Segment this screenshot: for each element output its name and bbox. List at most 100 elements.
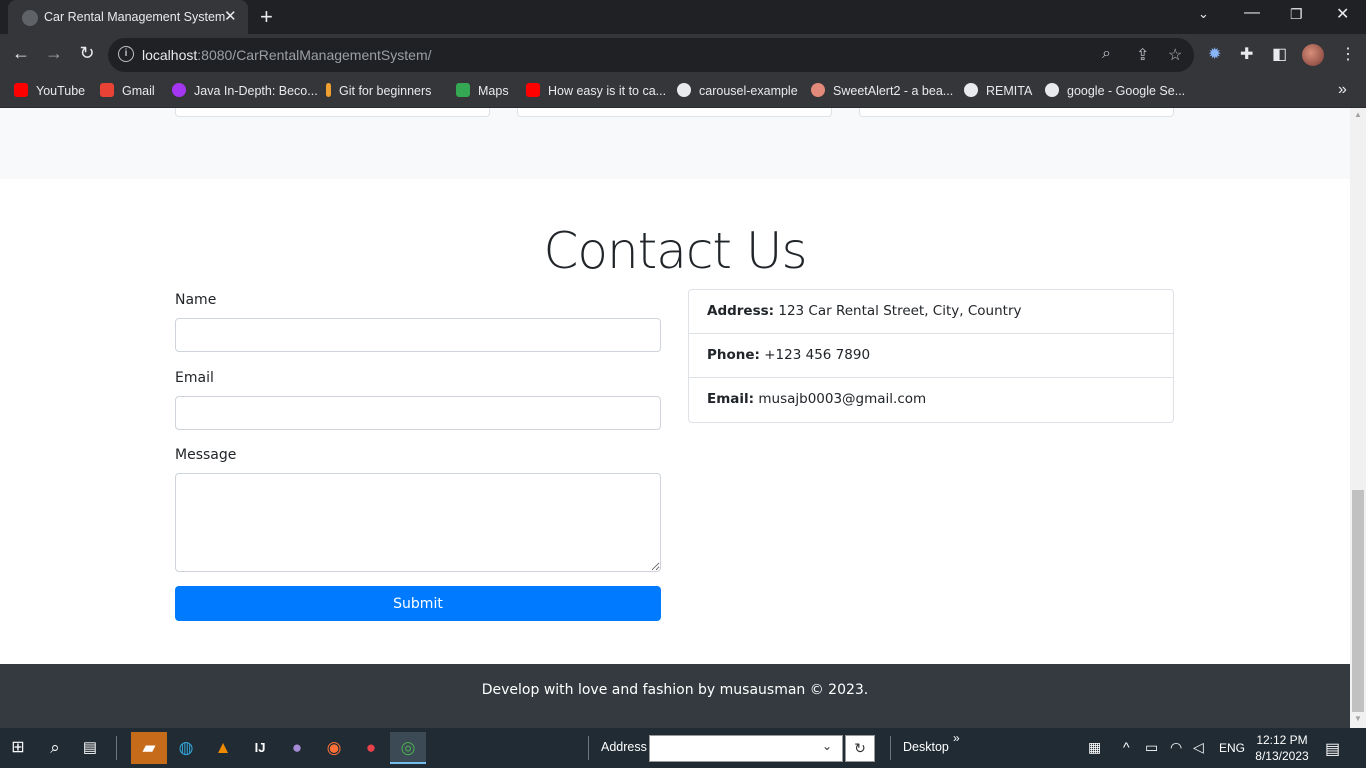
contact-email: Email: musajb0003@gmail.com	[707, 391, 927, 407]
bookmark-java[interactable]: Java In-Depth: Beco...	[172, 83, 318, 98]
minimize-icon[interactable]: —	[1244, 4, 1260, 22]
gmail-icon	[100, 83, 114, 97]
firefox-icon[interactable]: ◉	[316, 732, 352, 764]
browser-titlebar: Car Rental Management System ✕ + ⌄ — ❐ ✕	[0, 0, 1366, 34]
bookmark-youtube[interactable]: YouTube	[14, 83, 85, 98]
bookmarks-bar: YouTube Gmail Java In-Depth: Beco... Git…	[0, 76, 1366, 108]
dbeaver-icon[interactable]: ●	[353, 732, 389, 764]
browser-toolbar: ← → ↻ i localhost:8080/CarRentalManageme…	[0, 34, 1366, 76]
window-close-icon[interactable]: ✕	[1336, 4, 1349, 24]
taskbar-separator	[890, 736, 891, 760]
system-clock[interactable]: 12:12 PM 8/13/2023	[1250, 732, 1314, 764]
share-icon[interactable]: ⇪	[1136, 45, 1149, 65]
back-icon[interactable]: ←	[10, 43, 32, 64]
contact-heading: Contact Us	[543, 222, 807, 280]
globe-icon	[1045, 83, 1059, 97]
scroll-down-icon[interactable]: ▼	[1353, 714, 1363, 723]
wifi-icon[interactable]: ◠	[1170, 739, 1182, 756]
globe-icon	[964, 83, 978, 97]
restore-icon[interactable]: ❐	[1290, 6, 1303, 23]
language-indicator[interactable]: ENG	[1219, 741, 1245, 755]
battery-icon[interactable]: ▭	[1145, 739, 1158, 756]
message-textarea[interactable]	[175, 473, 661, 572]
contact-info-list: Address: 123 Car Rental Street, City, Co…	[688, 289, 1174, 423]
chevron-down-icon[interactable]: ⌄	[822, 739, 832, 753]
tray-expand-icon[interactable]: ^	[1123, 739, 1130, 755]
page-scrollbar[interactable]: ▲ ▼	[1350, 108, 1366, 728]
refresh-icon[interactable]: ↻	[845, 735, 875, 762]
sweetalert-icon	[811, 83, 825, 97]
tab-search-icon[interactable]: ⌄	[1198, 6, 1209, 22]
zoom-icon[interactable]: ⌕	[1102, 45, 1111, 63]
contact-address: Address: 123 Car Rental Street, City, Co…	[689, 290, 1173, 334]
address-bar[interactable]: i localhost:8080/CarRentalManagementSyst…	[108, 38, 1194, 72]
url-text[interactable]: localhost:8080/CarRentalManagementSystem…	[142, 47, 432, 63]
notifications-icon[interactable]: ▤	[1325, 739, 1340, 759]
taskbar-separator	[116, 736, 117, 760]
eclipse-icon[interactable]: ●	[279, 732, 315, 764]
forward-icon[interactable]: →	[43, 43, 65, 64]
task-view-icon[interactable]: ▤	[72, 732, 108, 764]
submit-button[interactable]: Submit	[175, 586, 661, 621]
address-toolbar-input[interactable]	[649, 735, 843, 762]
message-label: Message	[175, 447, 237, 463]
intellij-icon[interactable]: IJ	[242, 732, 278, 764]
email-label: Email	[175, 370, 214, 386]
name-label: Name	[175, 292, 217, 308]
bookmark-sweetalert[interactable]: SweetAlert2 - a bea...	[811, 83, 953, 98]
taskbar-separator	[588, 736, 589, 760]
profile-avatar[interactable]	[1302, 44, 1324, 66]
bookmark-gmail[interactable]: Gmail	[100, 83, 155, 98]
news-icon[interactable]: ▦	[1088, 739, 1101, 756]
bookmark-carousel[interactable]: carousel-example	[677, 83, 798, 98]
desktop-toolbar-label[interactable]: Desktop	[903, 740, 949, 754]
clock-date: 8/13/2023	[1255, 749, 1309, 763]
browser-tab[interactable]: Car Rental Management System ✕	[8, 0, 248, 34]
bookmark-remita[interactable]: REMITA	[964, 83, 1032, 98]
bookmark-star-icon[interactable]: ☆	[1168, 45, 1182, 65]
extensions-puzzle-icon[interactable]: ✚	[1240, 44, 1253, 64]
name-input[interactable]	[175, 318, 661, 352]
email-input[interactable]	[175, 396, 661, 430]
windows-taskbar: ⊞ ⌕ ▤ ▰ ◍ ▲ IJ ● ◉ ● ◎ Address ⌄ ↻ Deskt…	[0, 728, 1366, 768]
bookmark-git[interactable]: Git for beginners	[326, 83, 431, 98]
contact-phone: Phone: +123 456 7890	[689, 334, 1173, 378]
car-card	[175, 108, 490, 117]
globe-icon	[677, 83, 691, 97]
scroll-up-icon[interactable]: ▲	[1353, 110, 1363, 119]
page-viewport: Contact Us Name Email Message Submit Add…	[0, 108, 1350, 728]
edge-icon[interactable]: ◍	[168, 732, 204, 764]
maps-icon	[456, 83, 470, 97]
clock-time: 12:12 PM	[1256, 733, 1308, 747]
bookmark-google[interactable]: google - Google Se...	[1045, 83, 1185, 98]
car-card	[517, 108, 832, 117]
volume-icon[interactable]: ◁	[1193, 739, 1204, 756]
bookmark-how-easy[interactable]: How easy is it to ca...	[526, 83, 666, 98]
cars-section-band	[0, 108, 1350, 179]
bookmark-maps[interactable]: Maps	[456, 83, 509, 98]
extension-gear-icon[interactable]: ✹	[1208, 44, 1221, 64]
udemy-icon	[172, 83, 186, 97]
vlc-icon[interactable]: ▲	[205, 732, 241, 764]
search-icon[interactable]: ⌕	[37, 732, 73, 764]
reload-icon[interactable]: ↻	[76, 43, 98, 64]
menu-kebab-icon[interactable]: ⋮	[1340, 44, 1356, 64]
site-info-icon[interactable]: i	[118, 46, 134, 62]
windows-start-icon[interactable]: ⊞	[0, 732, 36, 764]
footer-text: Develop with love and fashion by musausm…	[481, 682, 869, 698]
tab-title: Car Rental Management System	[44, 10, 226, 24]
page-footer: Develop with love and fashion by musausm…	[0, 664, 1350, 728]
page-favicon-icon	[22, 10, 38, 26]
tab-close-icon[interactable]: ✕	[224, 7, 237, 25]
youtube-icon	[14, 83, 28, 97]
bookmarks-overflow-icon[interactable]: »	[1338, 81, 1347, 99]
new-tab-icon[interactable]: +	[260, 4, 273, 30]
chrome-icon[interactable]: ◎	[390, 732, 426, 764]
address-toolbar-label: Address	[601, 740, 647, 754]
git-icon	[326, 83, 331, 97]
scroll-thumb[interactable]	[1352, 490, 1364, 712]
file-explorer-icon[interactable]: ▰	[131, 732, 167, 764]
desktop-overflow-icon[interactable]: »	[953, 731, 960, 745]
side-panel-icon[interactable]: ◧	[1272, 44, 1287, 64]
youtube-icon	[526, 83, 540, 97]
